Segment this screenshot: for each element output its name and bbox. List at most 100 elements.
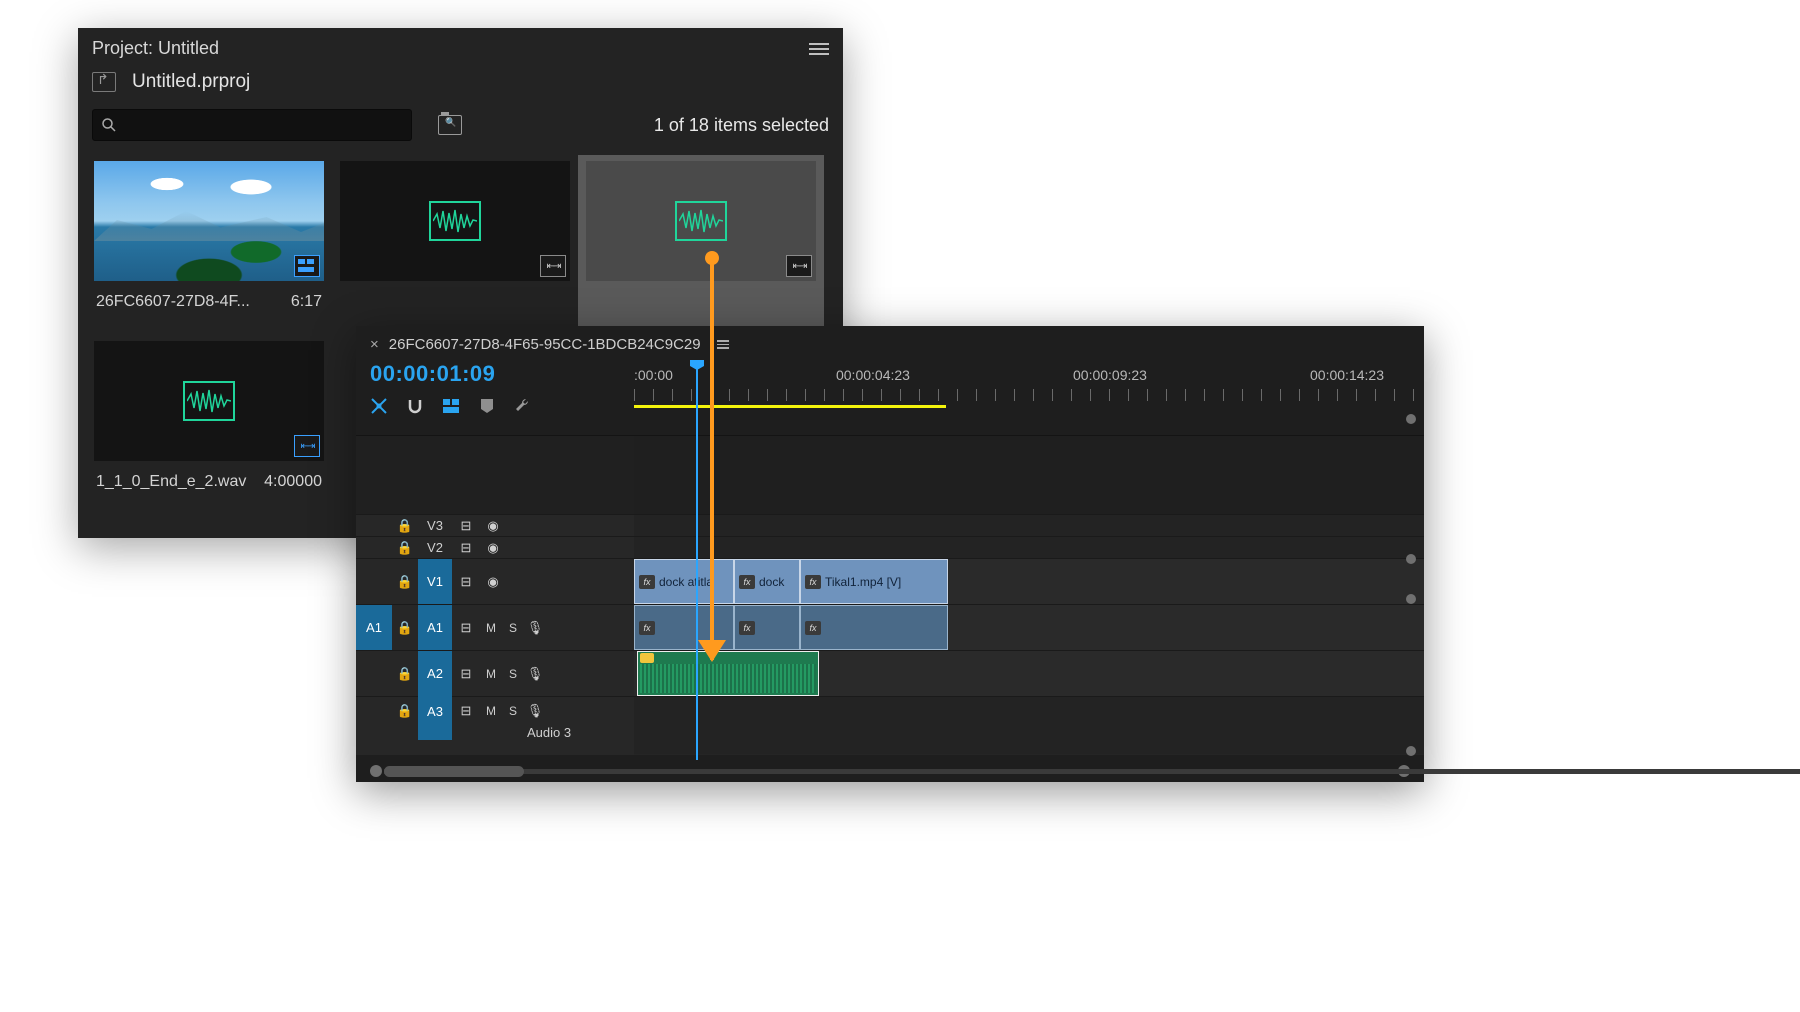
lock-icon[interactable]: 🔒 [392, 540, 418, 556]
bin-item[interactable] [332, 155, 578, 335]
work-area-bar[interactable] [634, 405, 946, 408]
sync-lock-icon[interactable]: ⊟ [452, 518, 480, 534]
lane-a1[interactable]: fx fx fx [634, 604, 1424, 650]
thumbnail-audio[interactable] [340, 161, 570, 281]
audio-badge-icon [786, 255, 812, 277]
voiceover-icon[interactable]: 🎙 [524, 666, 546, 682]
new-search-bin-icon[interactable] [438, 115, 462, 135]
scroll-track[interactable] [384, 769, 1800, 774]
track-header-v2[interactable]: 🔒 V2 ⊟ ◉ [356, 536, 634, 558]
bin-item[interactable]: 1_1_0_End_e_2.wav 4:00000 [86, 335, 332, 515]
source-patch[interactable] [356, 559, 392, 604]
wrench-icon[interactable] [514, 397, 532, 415]
solo-toggle[interactable]: S [502, 704, 524, 718]
video-clip[interactable]: fx Tikal1.mp4 [V] [800, 559, 948, 604]
timeline-ruler[interactable]: :00:00 00:00:04:23 00:00:09:23 00:00:14:… [634, 359, 1424, 435]
track-header-a3[interactable]: 🔒 A3 ⊟ M S 🎙 Audio 3 [356, 696, 634, 754]
track-header-v3[interactable]: 🔒 V3 ⊟ ◉ [356, 514, 634, 536]
eye-icon[interactable]: ◉ [480, 574, 506, 590]
audio-clip[interactable]: fx [800, 605, 948, 650]
thumbnail-sequence[interactable] [94, 161, 324, 281]
clip-label: Tikal1.mp4 [V] [825, 575, 901, 589]
solo-toggle[interactable]: S [502, 621, 524, 635]
voiceover-icon[interactable]: 🎙 [524, 703, 546, 719]
lock-icon[interactable]: 🔒 [392, 518, 418, 534]
ruler-labels: :00:00 00:00:04:23 00:00:09:23 00:00:14:… [634, 367, 1414, 383]
lock-icon[interactable]: 🔒 [392, 703, 418, 719]
lock-icon[interactable]: 🔒 [392, 620, 418, 636]
timeline-tab[interactable]: × 26FC6607-27D8-4F65-95CC-1BDCB24C9C29 [356, 326, 1424, 359]
panel-menu-icon[interactable] [809, 43, 829, 55]
folder-up-icon[interactable] [92, 72, 116, 92]
search-input[interactable] [92, 109, 412, 141]
playhead[interactable] [696, 360, 698, 760]
track-target[interactable]: V3 [418, 515, 452, 536]
eye-icon[interactable]: ◉ [480, 518, 506, 534]
sync-lock-icon[interactable]: ⊟ [452, 666, 480, 682]
track-header-a2[interactable]: 🔒 A2 ⊟ M S 🎙 [356, 650, 634, 696]
thumbnail-audio[interactable] [94, 341, 324, 461]
close-icon[interactable]: × [370, 336, 379, 353]
vzoom-handle[interactable] [1406, 746, 1416, 756]
vzoom-handle[interactable] [1406, 554, 1416, 564]
video-clip[interactable]: fx dock atitla [634, 559, 734, 604]
track-target[interactable]: V2 [418, 537, 452, 558]
zoom-handle-left[interactable] [370, 765, 382, 777]
track-header-v1[interactable]: 🔒 V1 ⊟ ◉ [356, 558, 634, 604]
bin-item-selected[interactable] [578, 155, 824, 335]
lock-icon[interactable]: 🔒 [392, 666, 418, 682]
voiceover-icon[interactable]: 🎙 [524, 620, 546, 636]
tab-menu-icon[interactable] [717, 340, 729, 349]
audio-clip[interactable]: fx [734, 605, 800, 650]
video-clip[interactable]: fx dock [734, 559, 800, 604]
vertical-zoom-scroll[interactable] [1406, 414, 1418, 756]
sync-lock-icon[interactable]: ⊟ [452, 540, 480, 556]
lane-v1[interactable]: fx dock atitla fx dock fx Tikal1.mp4 [V] [634, 558, 1424, 604]
horizontal-zoom-scroll[interactable] [370, 766, 1410, 776]
timeline-tracks[interactable]: fx dock atitla fx dock fx Tikal1.mp4 [V]… [634, 436, 1424, 755]
lane-a3[interactable] [634, 696, 1424, 754]
music-clip[interactable] [637, 651, 819, 696]
vzoom-handle[interactable] [1406, 594, 1416, 604]
playhead-timecode[interactable]: 00:00:01:09 [370, 359, 634, 387]
bin-item-name: 26FC6607-27D8-4F... [96, 293, 250, 311]
snap-icon[interactable] [406, 397, 424, 415]
sync-lock-icon[interactable]: ⊟ [452, 703, 480, 719]
scroll-thumb[interactable] [384, 766, 524, 777]
timeline-body: 🔒 V3 ⊟ ◉ 🔒 V2 ⊟ ◉ 🔒 V1 ⊟ ◉ A1 🔒 [356, 435, 1424, 755]
track-name-label: Audio 3 [419, 725, 571, 740]
sync-lock-icon[interactable]: ⊟ [452, 574, 480, 590]
lane-v2[interactable] [634, 536, 1424, 558]
track-header-spacer [356, 436, 634, 514]
source-patch[interactable] [356, 697, 392, 725]
vzoom-handle[interactable] [1406, 414, 1416, 424]
thumbnail-audio[interactable] [586, 161, 816, 281]
lane-a2[interactable] [634, 650, 1424, 696]
track-target[interactable]: A1 [418, 605, 452, 650]
sync-lock-icon[interactable]: ⊟ [452, 620, 480, 636]
marker-icon[interactable] [478, 397, 496, 415]
track-headers: 🔒 V3 ⊟ ◉ 🔒 V2 ⊟ ◉ 🔒 V1 ⊟ ◉ A1 🔒 [356, 436, 634, 755]
track-header-a1[interactable]: A1 🔒 A1 ⊟ M S 🎙 [356, 604, 634, 650]
eye-icon[interactable]: ◉ [480, 540, 506, 556]
track-target[interactable]: V1 [418, 559, 452, 604]
source-patch[interactable] [356, 515, 392, 536]
source-patch-a1[interactable]: A1 [356, 605, 392, 650]
sequence-badge-icon [294, 255, 320, 277]
linked-selection-icon[interactable] [442, 397, 460, 415]
bin-item[interactable]: 26FC6607-27D8-4F... 6:17 [86, 155, 332, 335]
project-panel-header: Project: Untitled [78, 28, 843, 63]
mute-toggle[interactable]: M [480, 667, 502, 681]
insert-overwrite-icon[interactable] [370, 397, 388, 415]
clip-label: dock atitla [659, 575, 713, 589]
ruler-label: 00:00:14:23 [1310, 367, 1384, 383]
mute-toggle[interactable]: M [480, 621, 502, 635]
fx-badge-icon: fx [739, 621, 755, 635]
source-patch[interactable] [356, 651, 392, 696]
source-patch[interactable] [356, 537, 392, 558]
solo-toggle[interactable]: S [502, 667, 524, 681]
mute-toggle[interactable]: M [480, 704, 502, 718]
lock-icon[interactable]: 🔒 [392, 574, 418, 590]
lane-v3[interactable] [634, 514, 1424, 536]
clip-waveform [640, 664, 816, 693]
